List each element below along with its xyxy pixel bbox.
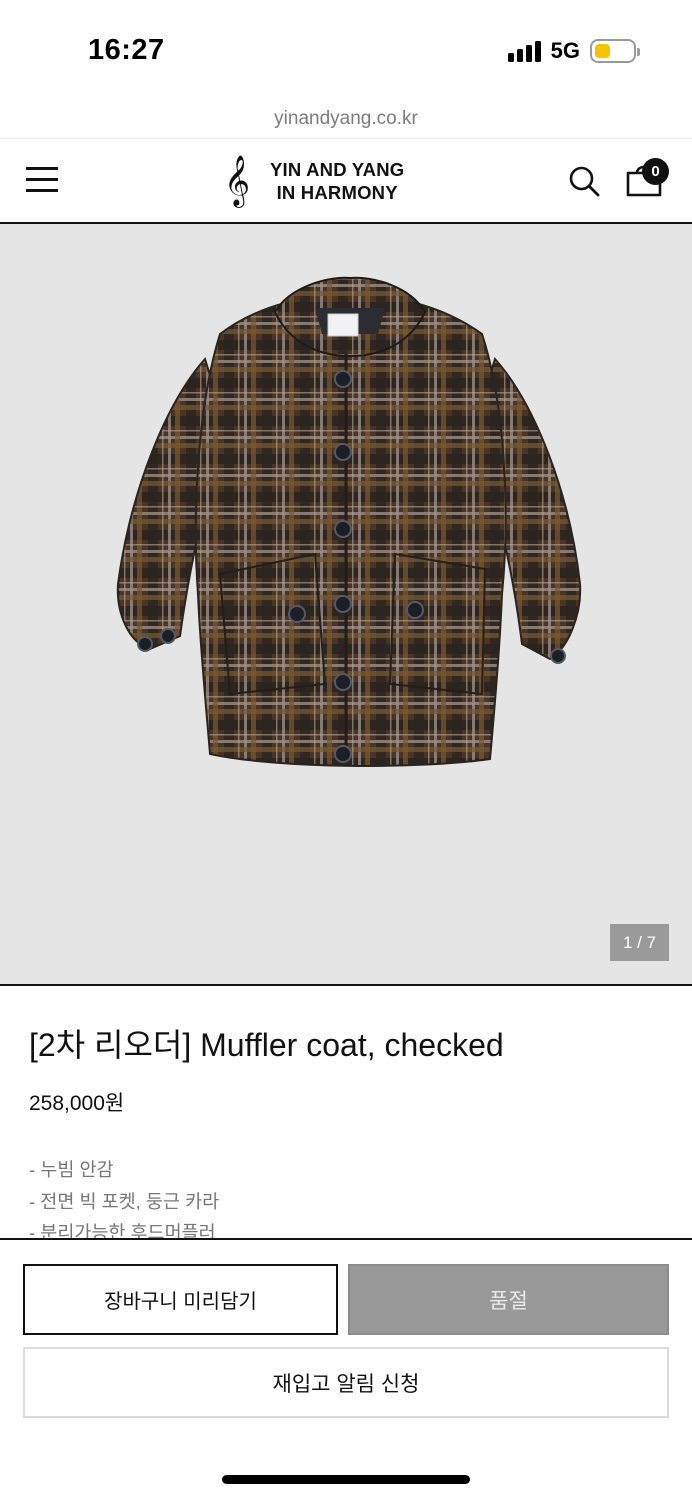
status-bar: 16:27 5G	[0, 0, 692, 100]
logo-text: YIN AND YANG IN HARMONY	[270, 158, 404, 204]
product-description: - 누빔 안감 - 전면 빅 포켓, 둥근 카라 - 분리가능한 후드머플러	[29, 1154, 219, 1249]
hamburger-menu-icon[interactable]	[26, 167, 58, 193]
cellular-signal-icon	[507, 40, 541, 62]
logo-line-2: IN HARMONY	[276, 182, 398, 203]
product-title: [2차 리오더] Muffler coat, checked	[29, 1027, 504, 1063]
description-line: - 누빔 안감	[29, 1159, 114, 1180]
browser-url[interactable]: yinandyang.co.kr	[0, 108, 692, 130]
logo-line-1: YIN AND YANG	[270, 159, 405, 180]
home-indicator[interactable]	[222, 1475, 470, 1484]
gallery-divider	[0, 984, 692, 986]
cart-count-badge: 0	[642, 158, 669, 185]
site-header: 𝄞 YIN AND YANG IN HARMONY	[0, 139, 692, 223]
site-logo[interactable]: 𝄞 YIN AND YANG IN HARMONY	[224, 155, 404, 207]
add-to-cart-button[interactable]: 장바구니 미리담기	[23, 1264, 338, 1335]
image-counter: 1 / 7	[610, 924, 669, 961]
status-time: 16:27	[88, 34, 165, 66]
product-gallery[interactable]: 1 / 7	[0, 224, 692, 984]
bottom-action-bar: 장바구니 미리담기 품절 재입고 알림 신청	[0, 1238, 692, 1500]
status-indicators: 5G	[507, 38, 640, 64]
restock-alert-button[interactable]: 재입고 알림 신청	[23, 1347, 669, 1418]
search-icon[interactable]	[568, 165, 600, 197]
treble-clef-logo-icon: 𝄞	[224, 155, 251, 206]
battery-icon	[590, 39, 640, 63]
description-line: - 전면 빅 포켓, 둥근 카라	[29, 1190, 220, 1212]
network-type: 5G	[550, 38, 580, 63]
sold-out-button: 품절	[348, 1264, 669, 1335]
product-price: 258,000원	[29, 1092, 125, 1115]
product-image[interactable]	[110, 264, 590, 784]
